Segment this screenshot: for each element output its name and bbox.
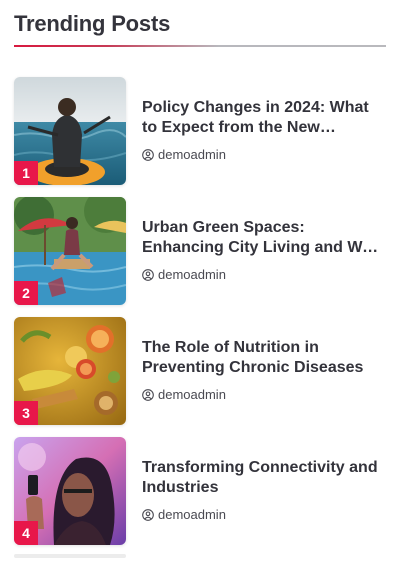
rank-badge: 3	[14, 401, 38, 425]
title-divider	[14, 45, 386, 47]
user-icon	[142, 268, 154, 281]
rank-badge: 2	[14, 281, 38, 305]
author-name: demoadmin	[158, 387, 226, 402]
trending-post[interactable]: 4 Transforming Connectivity and Industri…	[14, 437, 386, 545]
rank-badge: 1	[14, 161, 38, 185]
widget-title: Trending Posts	[14, 11, 171, 36]
post-author[interactable]: demoadmin	[142, 507, 226, 522]
post-author[interactable]: demoadmin	[142, 147, 226, 162]
post-title[interactable]: Urban Green Spaces: Enhancing City Livin…	[142, 218, 386, 258]
post-thumbnail[interactable]: 1	[14, 77, 126, 185]
trending-post[interactable]: 1 Policy Changes in 2024: What to Expect…	[14, 77, 386, 185]
post-title[interactable]: The Role of Nutrition in Preventing Chro…	[142, 338, 386, 378]
user-icon	[142, 148, 154, 161]
next-post-edge	[14, 554, 126, 558]
author-name: demoadmin	[158, 147, 226, 162]
post-author[interactable]: demoadmin	[142, 387, 226, 402]
user-icon	[142, 508, 154, 521]
post-title[interactable]: Transforming Connectivity and Industries	[142, 458, 386, 498]
trending-posts-widget: Trending Posts 1 Policy Changes in 2024:…	[0, 0, 400, 564]
author-name: demoadmin	[158, 507, 226, 522]
author-name: demoadmin	[158, 267, 226, 282]
post-thumbnail[interactable]: 3	[14, 317, 126, 425]
post-thumbnail[interactable]: 4	[14, 437, 126, 545]
user-icon	[142, 388, 154, 401]
post-author[interactable]: demoadmin	[142, 267, 226, 282]
trending-post[interactable]: 2 Urban Green Spaces: Enhancing City Liv…	[14, 197, 386, 305]
rank-badge: 4	[14, 521, 38, 545]
post-title[interactable]: Policy Changes in 2024: What to Expect f…	[142, 98, 386, 138]
trending-post[interactable]: 3 The Role of Nutrition in Preventing Ch…	[14, 317, 386, 425]
post-thumbnail[interactable]: 2	[14, 197, 126, 305]
